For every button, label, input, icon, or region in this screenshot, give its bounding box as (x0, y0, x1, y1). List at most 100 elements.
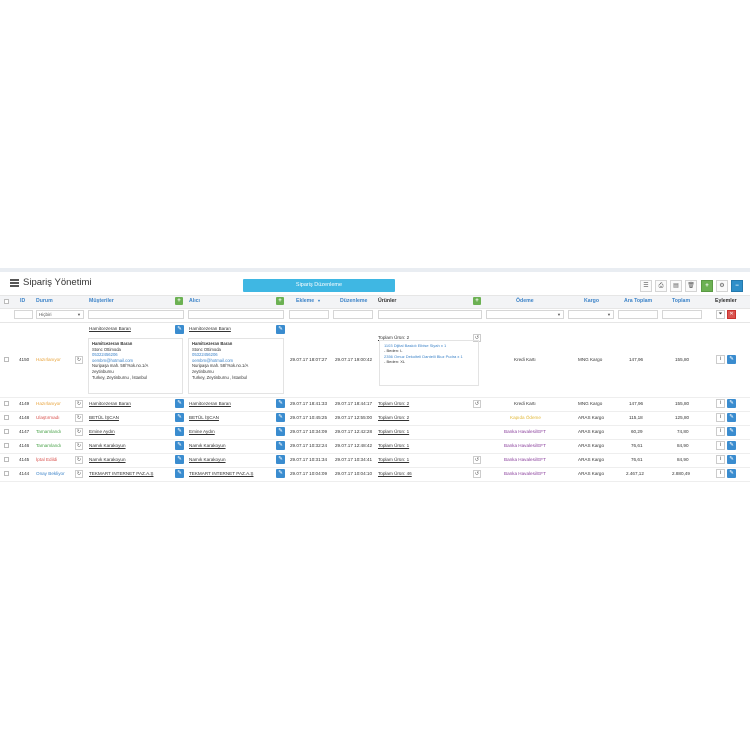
info-icon[interactable]: i (716, 455, 725, 464)
col-added[interactable]: Ekleme (296, 298, 314, 304)
edit-buyer-button[interactable]: ✎ (276, 469, 285, 478)
table-row[interactable]: 4146 Tamamlandı ↻ Namık Karakoyun ✎ Namı… (0, 439, 750, 454)
print-alt-icon[interactable]: ▤ (670, 280, 682, 292)
col-subtotal[interactable]: Ara Toplam (624, 298, 652, 304)
undo-icon[interactable]: ↺ (473, 456, 481, 464)
row-checkbox[interactable] (4, 357, 9, 362)
filter-id-input[interactable] (14, 310, 33, 319)
refresh-icon[interactable]: ↻ (75, 414, 83, 422)
edit-buyer-button[interactable]: ✎ (276, 455, 285, 464)
order-status[interactable]: Onay Bekliyor (36, 471, 65, 476)
col-id[interactable]: ID (20, 298, 25, 304)
buyer-link[interactable]: TEKMART INTERNET PAZ.A.Ş (189, 471, 254, 476)
add-customer-icon[interactable]: + (175, 297, 183, 305)
edit-customer-button[interactable]: ✎ (175, 469, 184, 478)
col-total[interactable]: Toplam (672, 298, 690, 304)
add-product-icon[interactable]: + (473, 297, 481, 305)
add-buyer-icon[interactable]: + (276, 297, 284, 305)
col-edited[interactable]: Düzenleme (340, 298, 367, 304)
order-status[interactable]: Tamamlandı (36, 443, 61, 448)
table-row[interactable]: 4147 Tamamlandı ↻ Emine Aydın ✎ Emine Ay… (0, 425, 750, 440)
info-icon[interactable]: i (716, 441, 725, 450)
products-link[interactable]: Toplam Ürün: 46 (378, 471, 412, 476)
products-link[interactable]: Toplam Ürün: 1 (378, 429, 409, 434)
info-icon[interactable]: i (716, 469, 725, 478)
order-status[interactable]: Hazırlanıyor (36, 401, 61, 406)
col-status[interactable]: Durum (36, 298, 53, 304)
customer-link[interactable]: Emine Aydın (89, 429, 115, 434)
edit-order-button[interactable]: ✎ (727, 355, 736, 364)
undo-icon[interactable]: ↺ (473, 400, 481, 408)
edit-order-button[interactable]: ✎ (727, 455, 736, 464)
row-checkbox[interactable] (4, 471, 9, 476)
customer-link[interactable]: Hamitcezeran Baran (89, 401, 131, 406)
products-link[interactable]: Toplam Ürün: 1 (378, 457, 409, 462)
edit-buyer-button[interactable]: ✎ (276, 427, 285, 436)
col-shipping[interactable]: Kargo (584, 298, 599, 304)
table-row[interactable]: 4149 Hazırlanıyor ↻ Hamitcezeran Baran ✎… (0, 397, 750, 412)
info-icon[interactable]: i (716, 413, 725, 422)
row-checkbox[interactable] (4, 401, 9, 406)
customer-link[interactable]: TEKMART INTERNET PAZ.A.Ş (89, 471, 154, 476)
row-checkbox[interactable] (4, 415, 9, 420)
filter-total-input[interactable] (662, 310, 702, 319)
customer-link[interactable]: BETÜL İŞCAN (89, 415, 119, 420)
info-icon[interactable]: i (716, 355, 725, 364)
customer-link[interactable]: Namık Karakoyun (89, 457, 126, 462)
row-checkbox[interactable] (4, 443, 9, 448)
order-status[interactable]: Tamamlandı (36, 429, 61, 434)
buyer-link[interactable]: Hamitcezeran Baran (189, 326, 231, 331)
filter-payment-select[interactable]: ▼ (486, 310, 564, 319)
edit-order-button[interactable]: ✎ (727, 413, 736, 422)
print-icon[interactable]: ⎙ (655, 280, 667, 292)
edit-buyer-button[interactable]: ✎ (276, 413, 285, 422)
buyer-link[interactable]: Hamitcezeran Baran (189, 401, 231, 406)
buyer-link[interactable]: Namık Karakoyun (189, 443, 226, 448)
edit-customer-button[interactable]: ✎ (175, 325, 184, 334)
edit-customer-button[interactable]: ✎ (175, 455, 184, 464)
info-icon[interactable]: i (716, 427, 725, 436)
edit-customer-button[interactable]: ✎ (175, 413, 184, 422)
filter-icon[interactable]: ⏷ (716, 310, 725, 319)
table-row[interactable]: 4145 İptal Edildi ↻ Namık Karakoyun ✎ Na… (0, 453, 750, 468)
clear-filter-button[interactable]: ✕ (727, 310, 736, 319)
filter-edited-input[interactable] (333, 310, 373, 319)
order-status[interactable]: Ulaştırmadı (36, 415, 60, 420)
edit-buyer-button[interactable]: ✎ (276, 441, 285, 450)
buyer-link[interactable]: Namık Karakoyun (189, 457, 226, 462)
edit-order-button[interactable]: ✎ (727, 441, 736, 450)
customer-link[interactable]: Namık Karakoyun (89, 443, 126, 448)
info-icon[interactable]: i (716, 399, 725, 408)
collapse-button[interactable]: − (731, 280, 743, 292)
refresh-icon[interactable]: ↻ (75, 400, 83, 408)
refresh-icon[interactable]: ↻ (75, 428, 83, 436)
col-customers[interactable]: Müşteriler (89, 298, 114, 304)
products-link[interactable]: Toplam Ürün: 1 (378, 443, 409, 448)
edit-buyer-button[interactable]: ✎ (276, 325, 285, 334)
edit-order-button[interactable]: ✎ (727, 427, 736, 436)
refresh-icon[interactable]: ↻ (75, 442, 83, 450)
order-edit-button[interactable]: Sipariş Düzenleme (243, 279, 395, 292)
order-status[interactable]: İptal Edildi (36, 457, 57, 462)
customer-link[interactable]: Hamitcezeran Baran (89, 326, 131, 331)
table-row-expanded[interactable]: 4150 Hazırlanıyor ↻ Hamitcezeran Baran ✎… (0, 323, 750, 398)
order-status[interactable]: Hazırlanıyor (36, 357, 61, 362)
col-buyer[interactable]: Alıcı (189, 298, 200, 304)
add-order-button[interactable]: + (701, 280, 713, 292)
edit-customer-button[interactable]: ✎ (175, 441, 184, 450)
filter-added-input[interactable] (289, 310, 329, 319)
refresh-icon[interactable]: ↻ (75, 470, 83, 478)
row-checkbox[interactable] (4, 429, 9, 434)
filter-subtotal-input[interactable] (618, 310, 658, 319)
col-payment[interactable]: Ödeme (516, 298, 534, 304)
list-view-icon[interactable]: ☰ (640, 280, 652, 292)
edit-customer-button[interactable]: ✎ (175, 399, 184, 408)
edit-customer-button[interactable]: ✎ (175, 427, 184, 436)
gear-icon[interactable]: ⚙ (716, 280, 728, 292)
undo-icon[interactable]: ↺ (473, 470, 481, 478)
refresh-icon[interactable]: ↻ (75, 356, 83, 364)
refresh-icon[interactable]: ↻ (75, 456, 83, 464)
products-link[interactable]: Toplam Ürün: 2 (378, 415, 409, 420)
edit-order-button[interactable]: ✎ (727, 469, 736, 478)
filter-customer-input[interactable] (88, 310, 184, 319)
